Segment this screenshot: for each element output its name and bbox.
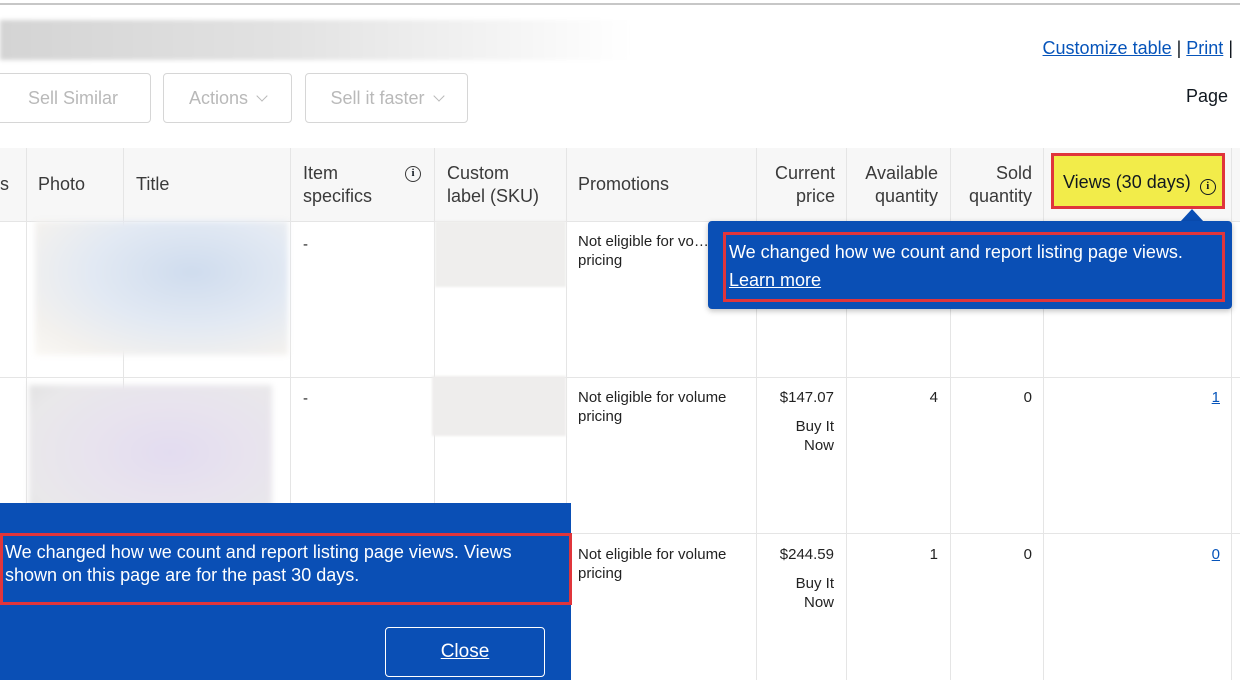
promotions-value: Not eligible for volume pricing (578, 545, 754, 583)
learn-more-link[interactable]: Learn more (729, 266, 1183, 294)
sell-it-faster-button[interactable]: Sell it faster (305, 73, 468, 123)
close-button[interactable]: Close (385, 627, 545, 677)
format-line1: Buy It (795, 575, 834, 592)
format-line2: Now (803, 437, 834, 454)
header-available-quantity-line1: Available (865, 163, 938, 183)
header-photo[interactable]: Photo (38, 173, 85, 196)
views-link[interactable]: 1 (1212, 389, 1220, 406)
link-separator: | (1176, 38, 1182, 58)
print-link[interactable]: Print (1186, 38, 1223, 58)
available-quantity-value: 4 (929, 389, 938, 406)
link-separator: | (1228, 38, 1233, 58)
tooltip-content: We changed how we count and report listi… (729, 238, 1183, 294)
header-custom-label[interactable]: Custom label (SKU) (447, 162, 539, 208)
sell-similar-button[interactable]: Sell Similar (0, 73, 151, 123)
close-button-label: Close (440, 641, 490, 662)
price-value: $244.59 Buy It Now (758, 545, 834, 612)
sold-quantity-value: 0 (1023, 389, 1032, 406)
tooltip-message: We changed how we count and report listi… (729, 242, 1183, 262)
chevron-down-icon (256, 89, 268, 102)
views-link[interactable]: 0 (1212, 546, 1220, 563)
header-partial-column: s (0, 174, 9, 194)
header-sold-quantity-line2: quantity (968, 186, 1032, 206)
chevron-down-icon (432, 89, 445, 102)
views-value: 0 (1045, 545, 1220, 564)
views-value: 1 (1045, 388, 1220, 407)
header-custom-label-line1: Custom (447, 163, 510, 183)
header-title[interactable]: Title (136, 173, 169, 196)
price-value: $147.07 Buy It Now (758, 388, 834, 455)
price-amount: $147.07 (779, 389, 834, 406)
actions-label: Actions (188, 87, 249, 108)
photo-thumbnail[interactable] (35, 221, 288, 355)
price-amount: $244.59 (779, 546, 834, 563)
item-specifics-value: - (303, 390, 308, 407)
promotions-line2: pricing (578, 408, 623, 425)
format-line2: Now (803, 594, 834, 611)
header-custom-label-line2: label (SKU) (447, 186, 540, 206)
promotions-line1: Not eligible for volume (578, 389, 727, 406)
header-current-price[interactable]: Current price (758, 162, 835, 208)
item-specifics-value: - (303, 236, 308, 253)
header-available-quantity-line2: quantity (874, 186, 938, 206)
sell-similar-label: Sell Similar (27, 87, 119, 108)
header-current-price-line1: Current (774, 163, 835, 183)
sold-quantity-value: 0 (1023, 546, 1032, 563)
header-item-specifics-line2: specifics (303, 186, 373, 206)
row-divider (0, 377, 1240, 378)
header-item-specifics-line1: Item (303, 163, 339, 183)
header-available-quantity[interactable]: Available quantity (848, 162, 938, 208)
blurred-header-area (0, 20, 630, 60)
page-label: Page (1185, 86, 1228, 106)
info-icon[interactable]: i (1199, 179, 1216, 195)
custom-label-value (432, 376, 566, 436)
custom-label-value (435, 221, 566, 287)
sell-it-faster-label: Sell it faster (330, 87, 425, 108)
top-divider (0, 3, 1240, 5)
promotions-line1: Not eligible for volume (578, 546, 727, 563)
promotions-value: Not eligible for volume pricing (578, 388, 754, 426)
customize-table-link[interactable]: Customize table (1043, 38, 1172, 58)
header-sold-quantity-line1: Sold (995, 163, 1032, 183)
header-views[interactable]: Views (30 days) i (1063, 172, 1216, 195)
header-sold-quantity[interactable]: Sold quantity (952, 162, 1032, 208)
available-quantity-value: 1 (929, 546, 938, 563)
header-promotions[interactable]: Promotions (578, 173, 669, 196)
info-icon[interactable]: i (405, 166, 421, 182)
promotions-line2: pricing (578, 565, 623, 582)
table-links: Customize table | Print | (1043, 38, 1238, 59)
header-item-specifics[interactable]: Item specifics (303, 162, 372, 208)
format-line1: Buy It (795, 418, 834, 435)
actions-button[interactable]: Actions (163, 73, 292, 123)
header-views-label: Views (30 days) (1063, 172, 1191, 192)
header-current-price-line2: price (795, 186, 835, 206)
popup-message: We changed how we count and report listi… (5, 542, 512, 585)
